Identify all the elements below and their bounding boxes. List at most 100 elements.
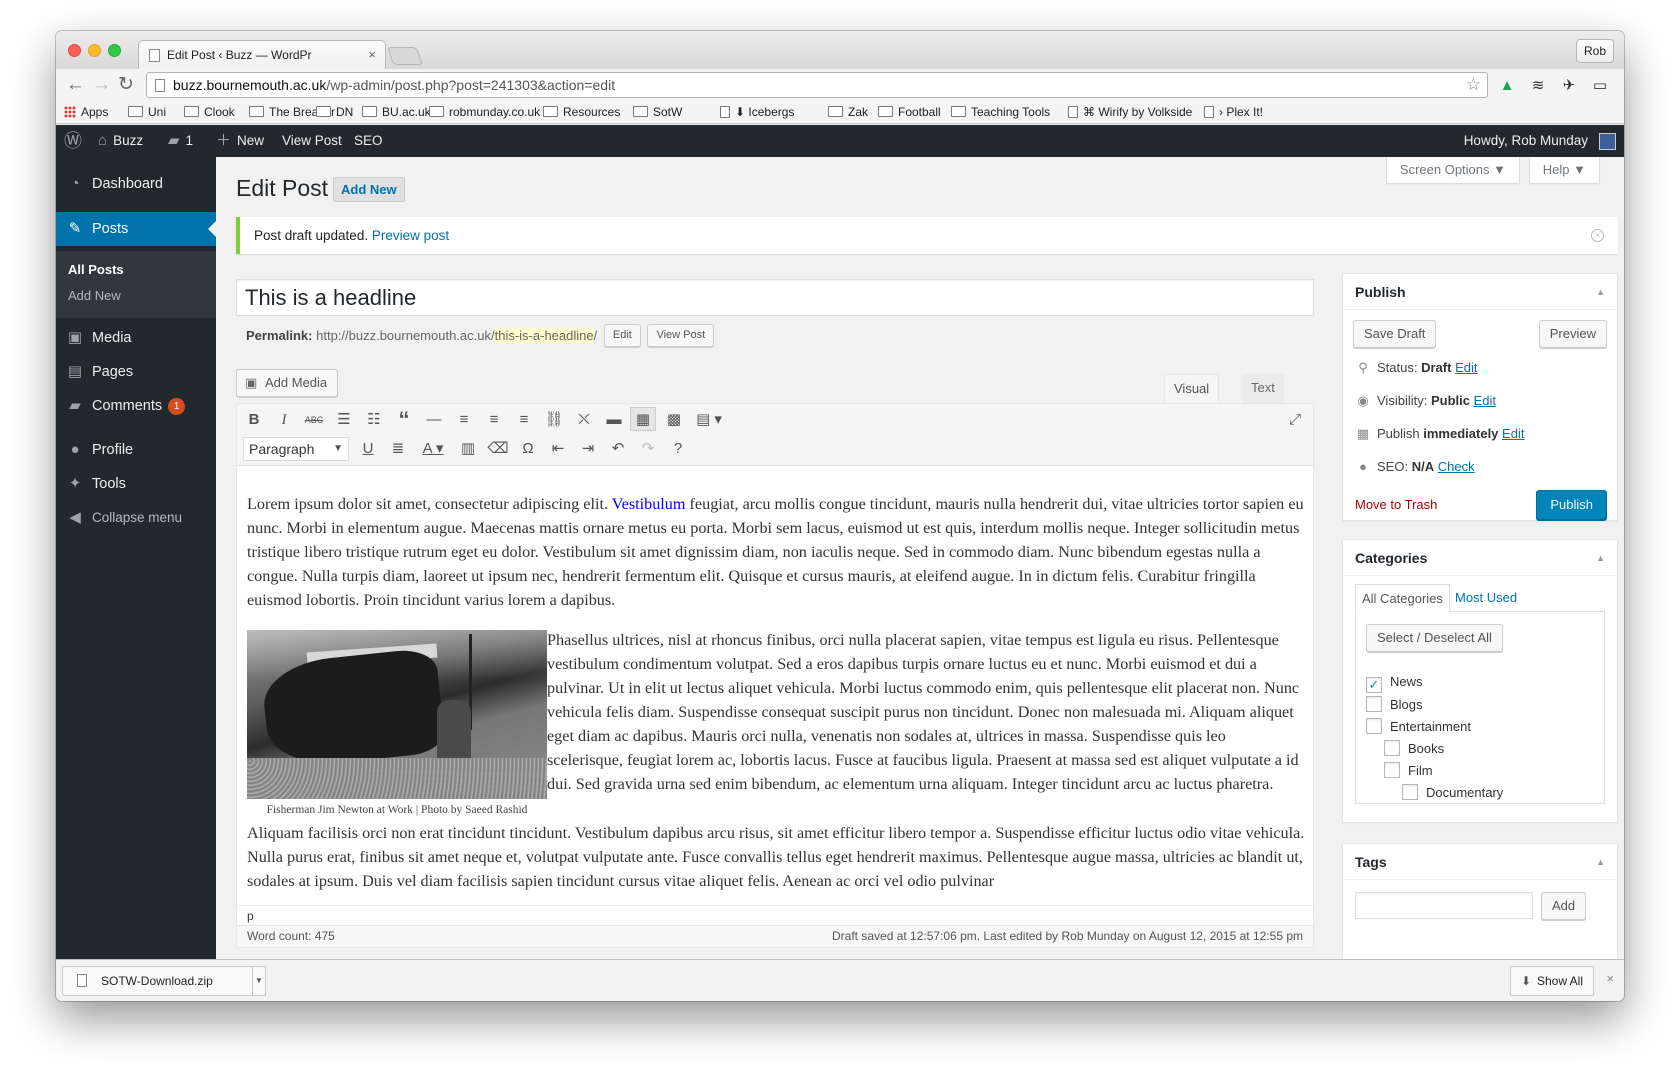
bookmark-folder[interactable]: Resources [543, 105, 620, 120]
browser-tab-active[interactable]: Edit Post ‹ Buzz — WordPr × [138, 40, 386, 69]
sidebar-item-profile[interactable]: ● Profile [56, 433, 216, 467]
collapse-menu-button[interactable]: ◀ Collapse menu [56, 501, 216, 535]
bullet-list-icon[interactable]: ☰ [331, 408, 357, 432]
screen-capture-icon[interactable]: ▭ [1591, 77, 1609, 95]
submenu-add-new[interactable]: Add New [68, 288, 121, 303]
read-more-icon[interactable]: ▬ [601, 408, 627, 432]
image-figure[interactable]: Fisherman Jim Newton at Work | Photo by … [247, 630, 547, 817]
image-placeholder-icon[interactable]: ▩ [661, 408, 687, 432]
fullscreen-icon[interactable]: ⤢ [1282, 408, 1308, 432]
screen-options-button[interactable]: Screen Options ▼ [1385, 157, 1520, 184]
new-content-link[interactable]: ＋ New [216, 125, 264, 157]
close-downloads-icon[interactable]: × [1606, 971, 1614, 986]
collapse-triangle-icon[interactable]: ▲ [1596, 844, 1605, 880]
tab-close-icon[interactable]: × [368, 41, 376, 69]
add-media-button[interactable]: ▣ Add Media [236, 369, 339, 397]
text-color-icon[interactable]: A ▾ [415, 437, 451, 461]
edit-publish-date-link[interactable]: Edit [1502, 426, 1524, 441]
bookmark-apps[interactable]: Apps [64, 105, 108, 120]
post-title-input[interactable]: This is a headline [236, 279, 1314, 316]
toolbar-toggle-icon[interactable]: ▦ [630, 407, 656, 431]
strikethrough-icon[interactable]: ABC [301, 408, 327, 432]
seo-check-link[interactable]: Check [1438, 459, 1475, 474]
category-checkbox[interactable]: ✓ [1366, 677, 1382, 693]
align-right-icon[interactable]: ≡ [511, 408, 537, 432]
bookmark-folder[interactable]: robmunday.co.uk [429, 105, 540, 120]
address-bar[interactable]: buzz.bournemouth.ac.uk/wp-admin/post.php… [146, 72, 1488, 98]
bookmark-page[interactable]: › Plex It! [1204, 105, 1263, 120]
comments-link[interactable]: ▰ 1 [168, 125, 193, 157]
edit-permalink-button[interactable]: Edit [603, 324, 641, 347]
category-checkbox[interactable] [1402, 784, 1418, 800]
site-name-link[interactable]: ⌂ Buzz [98, 125, 143, 157]
google-drive-icon[interactable]: ▲ [1498, 77, 1516, 95]
bookmark-folder[interactable]: SotW [633, 105, 682, 120]
align-left-icon[interactable]: ≡ [451, 408, 477, 432]
view-post-link[interactable]: View Post [282, 125, 342, 157]
outdent-icon[interactable]: ⇤ [545, 437, 571, 461]
wordpress-logo-icon[interactable]: Ⓦ [64, 125, 82, 157]
add-new-post-button[interactable]: Add New [333, 177, 405, 202]
paragraph-format-select[interactable]: Paragraph ▼ [243, 437, 349, 461]
tags-box-header[interactable]: Tags ▲ [1343, 844, 1617, 880]
sidebar-item-comments[interactable]: ▰ Comments 1 [56, 389, 216, 423]
close-window-button[interactable] [68, 44, 81, 57]
new-tab-button[interactable] [386, 47, 424, 65]
chevron-down-icon[interactable]: ▼ [252, 966, 266, 996]
bookmark-folder[interactable]: Clook [184, 105, 235, 120]
avatar[interactable] [1599, 133, 1616, 150]
redo-icon[interactable]: ↷ [635, 437, 661, 461]
profile-button[interactable]: Rob [1576, 39, 1614, 63]
unlink-icon[interactable]: ⛌ [571, 408, 597, 432]
forward-arrow-icon[interactable]: → [92, 73, 111, 97]
tab-visual[interactable]: Visual [1164, 374, 1220, 403]
bookmark-folder[interactable]: DN [316, 105, 353, 120]
seo-link[interactable]: SEO [354, 125, 383, 157]
sidebar-item-dashboard[interactable]: ◔ Dashboard [56, 167, 216, 201]
tab-most-used[interactable]: Most Used [1449, 584, 1523, 612]
howdy-account-link[interactable]: Howdy, Rob Munday [1464, 125, 1588, 157]
bold-icon[interactable]: B [241, 408, 267, 432]
add-tag-button[interactable]: Add [1541, 892, 1587, 920]
bookmark-folder[interactable]: Teaching Tools [951, 105, 1050, 120]
sidebar-item-pages[interactable]: ▤ Pages [56, 355, 216, 389]
save-draft-button[interactable]: Save Draft [1353, 320, 1437, 348]
category-checkbox[interactable] [1366, 718, 1382, 734]
underline-icon[interactable]: U [355, 437, 381, 461]
extension-icon[interactable]: ✈ [1560, 77, 1578, 95]
align-center-icon[interactable]: ≡ [481, 408, 507, 432]
chrome-extension-icon[interactable]: ◉ [1622, 77, 1624, 95]
fisherman-photo[interactable] [247, 630, 547, 799]
justify-icon[interactable]: ≣ [385, 437, 411, 461]
bookmark-folder[interactable]: Uni [128, 105, 166, 120]
blockquote-icon[interactable]: “ [391, 408, 417, 432]
edit-visibility-link[interactable]: Edit [1474, 393, 1496, 408]
tab-text[interactable]: Text [1242, 374, 1284, 403]
bookmark-folder[interactable]: Zak [828, 105, 868, 120]
insert-link-icon[interactable]: ⛓ [541, 408, 567, 432]
show-all-downloads-button[interactable]: ⬇ Show All [1509, 966, 1594, 996]
bookmark-page[interactable]: ⬇ Icebergs [720, 105, 794, 120]
bookmark-folder[interactable]: Football [878, 105, 941, 120]
bookmark-folder[interactable]: BU.ac.uk [362, 105, 431, 120]
sidebar-item-posts[interactable]: ✎ Posts [56, 212, 216, 246]
category-checkbox[interactable] [1384, 762, 1400, 778]
back-arrow-icon[interactable]: ← [66, 73, 85, 97]
download-item[interactable]: SOTW-Download.zip ▼ [62, 966, 266, 996]
categories-box-header[interactable]: Categories ▲ [1343, 540, 1617, 576]
italic-icon[interactable]: I [271, 408, 297, 432]
select-deselect-all-button[interactable]: Select / Deselect All [1366, 624, 1503, 652]
tag-input[interactable] [1355, 892, 1533, 919]
sidebar-item-media[interactable]: ▣ Media [56, 321, 216, 355]
reload-icon[interactable]: ↻ [118, 73, 134, 97]
collapse-triangle-icon[interactable]: ▲ [1596, 274, 1605, 310]
preview-button[interactable]: Preview [1538, 320, 1607, 348]
bookmark-star-icon[interactable]: ☆ [1466, 73, 1481, 97]
category-checkbox[interactable] [1366, 696, 1382, 712]
numbered-list-icon[interactable]: ☷ [361, 408, 387, 432]
vestibulum-link[interactable]: Vestibulum [612, 495, 686, 513]
edit-status-link[interactable]: Edit [1455, 360, 1477, 375]
clear-formatting-icon[interactable]: ⌫ [485, 437, 511, 461]
submenu-all-posts[interactable]: All Posts [68, 262, 124, 277]
undo-icon[interactable]: ↶ [605, 437, 631, 461]
